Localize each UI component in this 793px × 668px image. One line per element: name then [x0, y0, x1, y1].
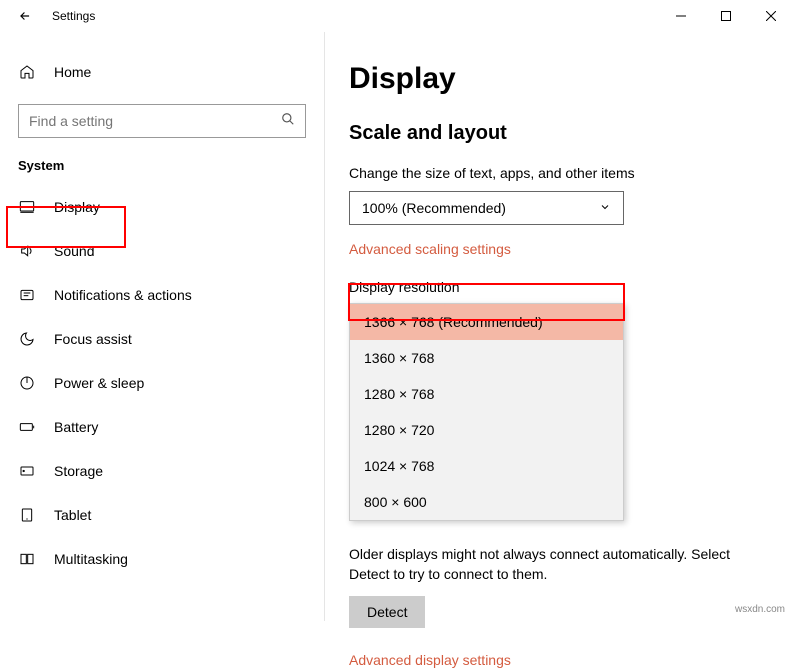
main-content: Display Scale and layout Change the size…	[325, 32, 793, 621]
sidebar-item-label: Multitasking	[54, 551, 128, 567]
sidebar-item-tablet[interactable]: Tablet	[0, 493, 324, 537]
sidebar-item-notifications[interactable]: Notifications & actions	[0, 273, 324, 317]
sidebar-item-label: Sound	[54, 243, 94, 259]
tablet-icon	[18, 507, 36, 523]
section-scale-title: Scale and layout	[349, 122, 769, 145]
sound-icon	[18, 243, 36, 259]
maximize-button[interactable]	[703, 0, 748, 32]
home-nav[interactable]: Home	[0, 54, 324, 90]
power-icon	[18, 375, 36, 391]
multitasking-icon	[18, 551, 36, 567]
storage-icon	[18, 463, 36, 479]
sidebar-item-power[interactable]: Power & sleep	[0, 361, 324, 405]
back-button[interactable]	[18, 9, 34, 23]
resolution-option[interactable]: 1024 × 768	[350, 448, 623, 484]
search-icon	[281, 112, 295, 131]
sidebar-item-label: Focus assist	[54, 331, 132, 347]
resolution-option[interactable]: 1360 × 768	[350, 340, 623, 376]
sidebar-item-display[interactable]: Display	[0, 185, 324, 229]
resolution-dropdown[interactable]: 1366 × 768 (Recommended) 1360 × 768 1280…	[349, 303, 624, 521]
resolution-option[interactable]: 1280 × 720	[350, 412, 623, 448]
chevron-down-icon	[599, 200, 611, 216]
sidebar-item-sound[interactable]: Sound	[0, 229, 324, 273]
sidebar-item-focus[interactable]: Focus assist	[0, 317, 324, 361]
notifications-icon	[18, 287, 36, 303]
sidebar-item-storage[interactable]: Storage	[0, 449, 324, 493]
sidebar-item-multitasking[interactable]: Multitasking	[0, 537, 324, 581]
detect-button[interactable]: Detect	[349, 596, 425, 628]
sidebar-item-label: Power & sleep	[54, 375, 144, 391]
home-icon	[18, 64, 36, 80]
sidebar-item-label: Display	[54, 199, 100, 215]
resolution-label: Display resolution	[349, 279, 769, 295]
resolution-option[interactable]: 1366 × 768 (Recommended)	[350, 304, 623, 340]
display-icon	[18, 199, 36, 215]
minimize-button[interactable]	[658, 0, 703, 32]
search-box[interactable]	[18, 104, 306, 138]
sidebar-item-label: Notifications & actions	[54, 287, 192, 303]
sidebar-item-label: Tablet	[54, 507, 91, 523]
resolution-option[interactable]: 1280 × 768	[350, 376, 623, 412]
watermark: wsxdn.com	[735, 604, 785, 615]
battery-icon	[18, 419, 36, 435]
scale-value: 100% (Recommended)	[362, 200, 506, 216]
scale-label: Change the size of text, apps, and other…	[349, 165, 769, 181]
advanced-scaling-link[interactable]: Advanced scaling settings	[349, 241, 769, 257]
resolution-option[interactable]: 800 × 600	[350, 484, 623, 520]
home-label: Home	[54, 64, 91, 80]
window-title: Settings	[52, 9, 95, 23]
focus-icon	[18, 331, 36, 347]
sidebar-heading: System	[0, 158, 324, 185]
advanced-display-link[interactable]: Advanced display settings	[349, 652, 769, 668]
sidebar: Home System Display Sound Notifications …	[0, 32, 325, 621]
sidebar-item-label: Battery	[54, 419, 98, 435]
sidebar-item-label: Storage	[54, 463, 103, 479]
scale-select[interactable]: 100% (Recommended)	[349, 191, 624, 225]
search-input[interactable]	[29, 113, 229, 129]
page-title: Display	[349, 62, 769, 96]
close-button[interactable]	[748, 0, 793, 32]
sidebar-item-battery[interactable]: Battery	[0, 405, 324, 449]
older-displays-text: Older displays might not always connect …	[349, 545, 769, 584]
